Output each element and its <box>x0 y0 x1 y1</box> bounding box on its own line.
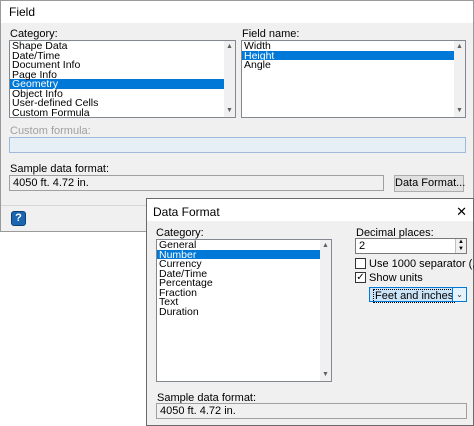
field-sample-label: Sample data format: <box>10 163 110 175</box>
field-sample-value: 4050 ft. 4.72 in. <box>9 175 384 191</box>
field-category-label: Category: <box>10 28 58 40</box>
show-units-label: Show units <box>369 272 423 284</box>
units-selected-value: Feet and inches <box>373 289 456 303</box>
data-format-dialog: Data Format ✕ Category: General Number C… <box>146 198 474 426</box>
scroll-down-icon[interactable]: ▼ <box>224 106 235 116</box>
scroll-up-icon[interactable]: ▲ <box>320 241 331 251</box>
df-category-list[interactable]: General Number Currency Date/Time Percen… <box>156 239 332 382</box>
field-dialog-title: Field <box>9 5 36 19</box>
checkmark-icon: ✓ <box>356 272 365 283</box>
separator-label: Use 1000 separator (,) <box>369 258 474 270</box>
list-item-selected[interactable]: Height <box>242 50 465 60</box>
field-name-scrollbar[interactable]: ▲ ▼ <box>454 41 465 117</box>
list-item[interactable]: Duration <box>157 307 331 317</box>
scroll-down-icon[interactable]: ▼ <box>454 106 465 116</box>
list-item[interactable]: Fraction <box>157 288 331 298</box>
df-sample-value: 4050 ft. 4.72 in. <box>156 403 467 419</box>
field-name-label: Field name: <box>242 28 300 40</box>
help-icon-glyph: ? <box>15 212 22 224</box>
list-item[interactable]: Width <box>242 41 465 51</box>
decimal-places-input[interactable]: 2 ▲ ▼ <box>355 238 467 254</box>
close-icon[interactable]: ✕ <box>456 203 467 221</box>
list-item[interactable]: Custom Formula <box>10 108 235 117</box>
separator-checkbox[interactable] <box>355 258 366 269</box>
units-select[interactable]: Feet and inches ⌄ <box>369 287 467 303</box>
field-dialog-titlebar: Field <box>1 1 473 23</box>
data-format-button[interactable]: Data Format... <box>394 175 465 192</box>
custom-formula-label: Custom formula: <box>10 125 91 137</box>
show-units-checkbox[interactable]: ✓ <box>355 272 366 283</box>
spin-down-icon[interactable]: ▼ <box>456 245 466 253</box>
data-format-titlebar: Data Format ✕ <box>147 199 473 221</box>
custom-formula-input[interactable] <box>9 137 466 153</box>
data-format-title: Data Format <box>153 205 220 219</box>
list-item[interactable]: Angle <box>242 60 465 70</box>
chevron-down-icon[interactable]: ⌄ <box>452 288 466 301</box>
field-category-list[interactable]: Shape Data Date/Time Document Info Page … <box>9 40 236 118</box>
scroll-up-icon[interactable]: ▲ <box>454 42 465 52</box>
df-category-label: Category: <box>156 227 204 239</box>
field-category-scrollbar[interactable]: ▲ ▼ <box>224 41 235 117</box>
df-category-scrollbar[interactable]: ▲ ▼ <box>320 240 331 381</box>
help-icon[interactable]: ? <box>11 211 26 226</box>
decimal-places-value: 2 <box>359 240 366 252</box>
field-name-list[interactable]: Width Height Angle ▲ ▼ <box>241 40 466 118</box>
decimal-spinner[interactable]: ▲ ▼ <box>455 239 466 253</box>
scroll-up-icon[interactable]: ▲ <box>224 42 235 52</box>
scroll-down-icon[interactable]: ▼ <box>320 370 331 380</box>
